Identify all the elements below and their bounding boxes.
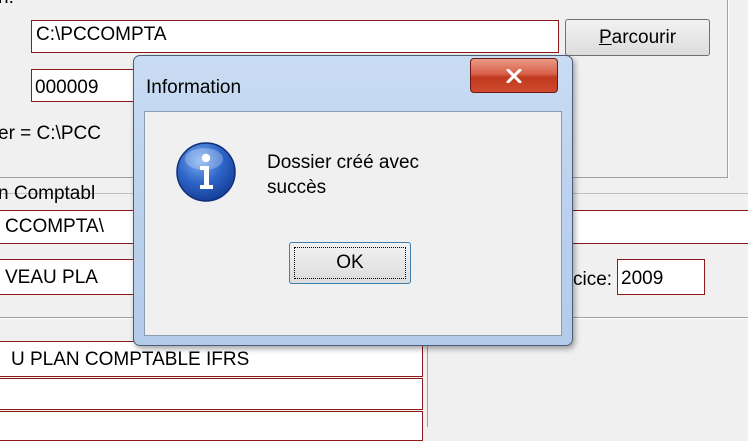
- dialog-message-line1: Dossier créé avec: [267, 152, 420, 173]
- ok-button[interactable]: OK: [289, 242, 411, 284]
- path-field[interactable]: C:\PCCOMPTA: [31, 20, 559, 53]
- plan-name-value: VEAU PLA: [5, 267, 98, 288]
- dialog-title: Information: [146, 77, 242, 98]
- browse-button-label: arcourir: [611, 27, 677, 48]
- group-box-border-highlight: [728, 0, 729, 178]
- plan-name-field[interactable]: VEAU PLA: [0, 259, 148, 295]
- section-separator: [0, 177, 140, 178]
- browse-button[interactable]: Parcourir: [565, 19, 710, 56]
- dossier-number-field[interactable]: 000009: [31, 69, 141, 102]
- information-dialog: Information Dossier créé avec succès OK: [133, 55, 573, 346]
- exercise-label: cice:: [573, 269, 613, 290]
- dialog-message-line2: succès: [267, 177, 327, 198]
- exercise-field[interactable]: 2009: [617, 259, 705, 295]
- info-icon: [176, 142, 236, 202]
- empty-field-2[interactable]: [0, 411, 423, 441]
- dialog-message: Dossier créé avec succès: [267, 150, 527, 200]
- empty-field-1[interactable]: [0, 378, 423, 410]
- dialog-content: Dossier créé avec succès OK: [144, 111, 562, 336]
- close-button[interactable]: [470, 58, 558, 93]
- plan-path-value: CCOMPTA\: [5, 216, 104, 237]
- path-field-value: C:\PCCOMPTA: [36, 24, 167, 45]
- ok-button-focus: OK: [294, 247, 406, 279]
- browse-button-accel: P: [598, 27, 612, 48]
- exercise-value: 2009: [621, 268, 664, 289]
- top-label: n:: [0, 0, 14, 7]
- folder-path-text: er = C:\PCC: [0, 123, 101, 144]
- ifrs-plan-value: U PLAN COMPTABLE IFRS: [11, 349, 250, 370]
- ifrs-plan-field[interactable]: U PLAN COMPTABLE IFRS: [0, 341, 423, 377]
- dossier-number-value: 000009: [35, 77, 99, 98]
- ok-button-label: OK: [336, 252, 364, 273]
- group-box-border-bottom: [568, 177, 728, 178]
- close-icon: [506, 68, 522, 83]
- plan-comptable-label: n Comptabl: [0, 183, 96, 204]
